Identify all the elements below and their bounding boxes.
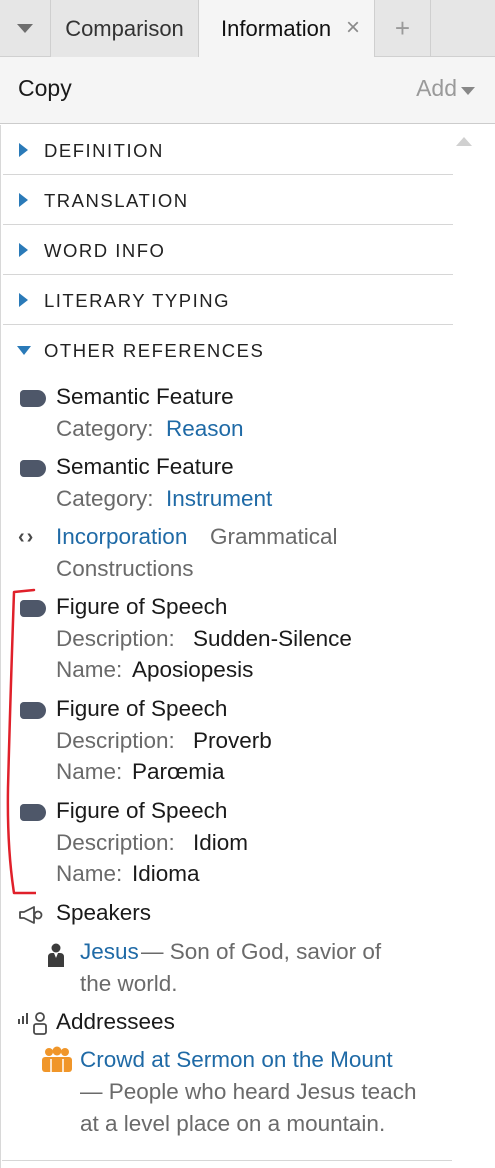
tab-information[interactable]: Information ×	[198, 0, 375, 57]
speakers-heading: Speakers	[56, 900, 152, 925]
tab-information-label: Information	[221, 15, 332, 41]
description-value: Sudden-Silence	[193, 626, 352, 651]
name-value: Aposiopesis	[132, 657, 254, 682]
description-value: Proverb	[193, 728, 272, 753]
semantic-feature-title: Semantic Feature	[56, 384, 234, 409]
name-value: Idioma	[132, 861, 200, 886]
panel-menu-button[interactable]	[0, 0, 50, 57]
figure-of-speech-title: Figure of Speech	[56, 696, 228, 721]
expand-arrow-icon	[19, 143, 28, 157]
divider	[2, 1160, 452, 1161]
section-label: WORD INFO	[44, 240, 166, 261]
tab-bar: Comparison Information × +	[0, 0, 495, 57]
section-label: OTHER REFERENCES	[44, 340, 265, 361]
figure-of-speech-title: Figure of Speech	[56, 594, 228, 619]
tab-comparison-label: Comparison	[65, 15, 184, 41]
expand-arrow-icon	[19, 193, 28, 207]
figure-of-speech-title: Figure of Speech	[56, 798, 228, 823]
add-button[interactable]: Add	[416, 75, 457, 102]
toolbar: Copy Add	[0, 57, 495, 124]
tag-icon	[20, 702, 46, 719]
speaker-link-jesus[interactable]: Jesus	[80, 939, 139, 965]
name-key: Name:	[56, 657, 123, 682]
copy-button[interactable]: Copy	[18, 75, 72, 102]
name-value: Parœmia	[132, 759, 225, 784]
red-bracket-annotation	[6, 588, 36, 895]
person-icon	[48, 943, 64, 967]
category-link-instrument[interactable]: Instrument	[166, 486, 272, 512]
expand-arrow-icon	[19, 293, 28, 307]
incorporation-text: Grammatical	[210, 524, 338, 549]
dropdown-triangle-icon	[17, 24, 33, 33]
speaker-description-cont: the world.	[80, 971, 178, 996]
description-key: Description:	[56, 830, 175, 855]
category-key: Category:	[56, 486, 154, 511]
section-literary-typing[interactable]: LITERARY TYPING	[3, 275, 453, 325]
addressee-description-cont: at a level place on a mountain.	[80, 1111, 386, 1136]
category-link-reason[interactable]: Reason	[166, 416, 244, 442]
addressees-heading: Addressees	[56, 1009, 175, 1034]
megaphone-icon	[19, 906, 43, 924]
description-key: Description:	[56, 626, 175, 651]
code-brackets-icon: ‹›	[18, 526, 36, 548]
incorporation-link[interactable]: Incorporation	[56, 524, 187, 550]
category-key: Category:	[56, 416, 154, 441]
speaker-description: — Son of God, savior of	[141, 939, 382, 964]
section-word-info[interactable]: WORD INFO	[3, 225, 453, 275]
name-key: Name:	[56, 861, 123, 886]
tab-comparison[interactable]: Comparison	[50, 0, 198, 57]
scroll-up-arrow-icon[interactable]	[456, 137, 472, 146]
section-label: DEFINITION	[44, 140, 164, 161]
expand-arrow-icon	[19, 243, 28, 257]
tag-icon	[20, 600, 46, 617]
add-tab-button[interactable]: +	[375, 0, 431, 57]
chevron-down-icon[interactable]	[461, 87, 475, 95]
crowd-icon	[42, 1046, 72, 1072]
section-translation[interactable]: TRANSLATION	[3, 175, 453, 225]
semantic-feature-title: Semantic Feature	[56, 454, 234, 479]
section-other-references[interactable]: OTHER REFERENCES	[3, 325, 453, 375]
description-value: Idiom	[193, 830, 249, 855]
section-label: LITERARY TYPING	[44, 290, 230, 311]
tag-icon	[20, 390, 46, 407]
addressee-icon	[18, 1012, 47, 1035]
tag-icon	[20, 460, 46, 477]
addressee-link-crowd[interactable]: Crowd at Sermon on the Mount	[80, 1047, 393, 1073]
addressee-description: — People who heard Jesus teach	[80, 1079, 417, 1104]
collapse-arrow-icon	[17, 346, 31, 355]
description-key: Description:	[56, 728, 175, 753]
incorporation-text-cont: Constructions	[56, 556, 194, 581]
section-definition[interactable]: DEFINITION	[3, 125, 453, 175]
close-icon[interactable]: ×	[346, 16, 360, 40]
name-key: Name:	[56, 759, 123, 784]
section-label: TRANSLATION	[44, 190, 189, 211]
tag-icon	[20, 804, 46, 821]
